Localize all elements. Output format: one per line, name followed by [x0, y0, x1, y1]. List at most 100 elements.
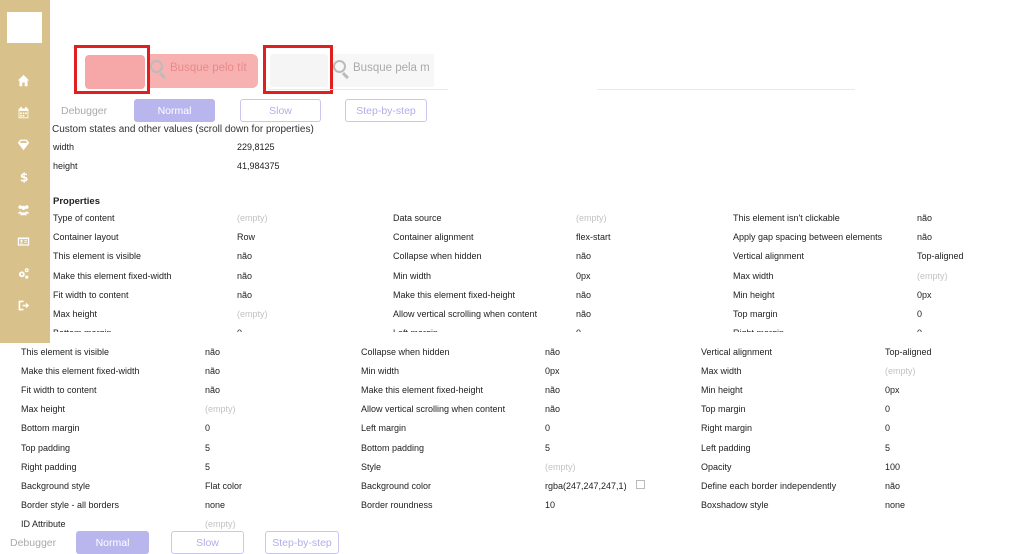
property-value: none — [205, 499, 226, 510]
state-value: 229,8125 — [237, 142, 275, 152]
property-label: Container alignment — [393, 232, 474, 243]
property-label: Make this element fixed-width — [53, 270, 172, 281]
property-value: não — [237, 289, 253, 300]
debugger-normal-button[interactable]: Normal — [134, 99, 215, 122]
property-value: não — [545, 385, 561, 396]
users-icon[interactable] — [15, 201, 31, 217]
property-label: This element is visible — [53, 251, 142, 262]
property-value: 0px — [917, 289, 932, 300]
state-value: 41,984375 — [237, 161, 280, 171]
svg-text:$: $ — [19, 170, 27, 183]
color-swatch[interactable] — [636, 479, 645, 489]
property-label: Right margin — [733, 328, 784, 332]
property-value: não — [885, 480, 901, 491]
search-input-title[interactable]: Busque pelo tít — [148, 54, 258, 88]
property-value: 0 — [917, 309, 923, 319]
property-value: não — [917, 232, 933, 243]
property-label: Left padding — [701, 442, 751, 453]
property-value: não — [576, 251, 592, 262]
property-label: Border style - all borders — [21, 499, 120, 510]
property-label: Make this element fixed-width — [21, 366, 140, 377]
id-card-icon[interactable] — [15, 233, 31, 249]
property-label: Max width — [701, 366, 742, 377]
property-label: Vertical alignment — [733, 251, 805, 262]
property-label: Max height — [53, 309, 98, 319]
calendar-icon[interactable] — [15, 104, 31, 120]
property-value: rgba(247,247,247,1) — [545, 480, 627, 491]
property-value: (empty) — [237, 213, 268, 223]
property-label: Define each border independently — [701, 480, 837, 491]
property-value: (empty) — [205, 518, 236, 529]
property-label: Min height — [701, 385, 743, 396]
debugger-normal-button[interactable]: Normal — [76, 531, 149, 554]
property-label: Make this element fixed-height — [361, 385, 484, 396]
logo — [7, 12, 42, 43]
property-value: 0 — [917, 328, 922, 332]
property-label: This element isn't clickable — [733, 213, 840, 223]
property-value: não — [545, 404, 561, 415]
property-label: Top padding — [21, 442, 71, 453]
property-label: Left margin — [393, 328, 438, 332]
property-value: não — [917, 213, 933, 223]
property-value: Top-aligned — [917, 251, 964, 262]
property-value: 5 — [205, 442, 211, 453]
property-label: Collapse when hidden — [361, 347, 450, 357]
dollar-icon[interactable]: $ — [15, 168, 31, 184]
property-value: não — [576, 309, 592, 319]
property-label: Fit width to content — [21, 385, 97, 396]
property-value: 5 — [205, 461, 211, 472]
property-value: 5 — [545, 442, 551, 453]
property-label: ID Attribute — [21, 518, 66, 529]
property-label: Top margin — [733, 309, 778, 319]
property-value: 100 — [885, 461, 901, 472]
property-value: 0 — [205, 423, 211, 434]
highlight-frame — [74, 45, 150, 94]
property-label: Data source — [393, 213, 442, 223]
diamond-icon[interactable] — [15, 136, 31, 152]
property-value: não — [205, 347, 221, 357]
debugger-step-button[interactable]: Step-by-step — [265, 531, 339, 554]
debugger-slow-button[interactable]: Slow — [171, 531, 244, 554]
property-label: Apply gap spacing between elements — [733, 232, 883, 243]
property-value: não — [237, 270, 253, 281]
sign-out-icon[interactable] — [15, 297, 31, 313]
property-value: Flat color — [205, 480, 243, 491]
home-icon[interactable] — [15, 72, 31, 88]
property-label: Left margin — [361, 423, 407, 434]
property-value: 0 — [576, 328, 581, 332]
property-label: Bottom padding — [361, 442, 425, 453]
debugger-slow-button[interactable]: Slow — [240, 99, 321, 122]
property-value: 10 — [545, 499, 556, 510]
property-label: Border roundness — [361, 499, 433, 510]
state-label: height — [53, 161, 78, 171]
debugger-step-button[interactable]: Step-by-step — [345, 99, 427, 122]
search-input-grey[interactable]: Busque pela m — [331, 54, 434, 87]
property-label: Background style — [21, 480, 91, 491]
property-label: Right padding — [21, 461, 77, 472]
property-value: Row — [237, 232, 256, 243]
property-label: Bottom margin — [21, 423, 80, 434]
search-icon — [150, 60, 168, 80]
property-value: 5 — [885, 442, 891, 453]
highlight-frame — [263, 45, 333, 94]
property-value: 0 — [885, 404, 891, 415]
property-value: 0 — [545, 423, 551, 434]
property-label: Vertical alignment — [701, 347, 773, 357]
property-value: Top-aligned — [885, 347, 932, 357]
property-label: Min height — [733, 289, 775, 300]
cogs-icon[interactable] — [15, 265, 31, 281]
property-value: não — [237, 251, 253, 262]
property-label: Container layout — [53, 232, 119, 243]
property-value: (empty) — [237, 309, 268, 319]
property-value: 0px — [885, 385, 900, 396]
property-label: Right margin — [701, 423, 753, 434]
search-icon — [333, 60, 351, 80]
property-label: This element is visible — [21, 347, 110, 357]
panel-title: Custom states and other values (scroll d… — [52, 124, 314, 135]
property-value: flex-start — [576, 232, 611, 243]
property-label: Max height — [21, 404, 66, 415]
property-value: (empty) — [576, 213, 607, 223]
divider — [268, 89, 448, 90]
property-value: não — [205, 366, 221, 377]
property-value: 0 — [885, 423, 891, 434]
